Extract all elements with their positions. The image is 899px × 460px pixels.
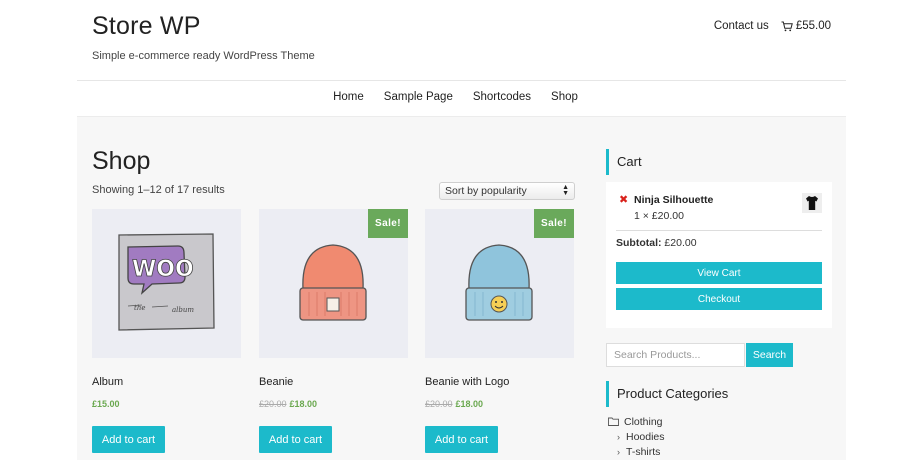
nav-item-shortcodes[interactable]: Shortcodes: [473, 91, 531, 103]
chevron-right-icon: ›: [617, 446, 620, 457]
search-button[interactable]: Search: [746, 343, 793, 367]
product-current-price: £18.00: [289, 399, 318, 409]
sort-select-value: Sort by popularity: [445, 185, 527, 197]
chevron-right-icon: ›: [617, 431, 620, 442]
header-cart-total: £55.00: [795, 20, 831, 32]
sale-badge: Sale!: [534, 209, 574, 238]
svg-text:album: album: [172, 306, 194, 314]
nav-item-sample-page[interactable]: Sample Page: [384, 91, 453, 103]
product-image-album[interactable]: WOO the album: [92, 209, 241, 358]
category-item-tshirts[interactable]: › T-shirts: [608, 444, 665, 459]
product-card: WOO the album Album £15.00 Add to cart: [92, 209, 241, 453]
site-header: Store WP Simple e-commerce ready WordPre…: [0, 0, 899, 118]
svg-text:WOO: WOO: [132, 257, 194, 282]
site-tagline: Simple e-commerce ready WordPress Theme: [92, 50, 315, 62]
cart-item-thumbnail[interactable]: [802, 193, 822, 213]
product-search-input[interactable]: [606, 343, 745, 367]
product-image-beanie[interactable]: Sale!: [259, 209, 408, 358]
header-divider: [77, 80, 846, 81]
product-price: £20.00 £18.00: [259, 399, 317, 409]
product-old-price: £20.00: [425, 399, 453, 409]
category-label: Hoodies: [626, 430, 665, 443]
categories-widget-title: Product Categories: [606, 381, 728, 407]
album-illustration: WOO the album: [118, 233, 215, 331]
product-image-beanie-with-logo[interactable]: Sale!: [425, 209, 574, 358]
cart-item-quantity: 1 × £20.00: [634, 210, 684, 222]
site-title[interactable]: Store WP: [92, 12, 201, 41]
sale-badge: Sale!: [368, 209, 408, 238]
cart-widget: ✖ Ninja Silhouette 1 × £20.00 Subtotal: …: [606, 182, 832, 328]
cart-item-name[interactable]: Ninja Silhouette: [634, 194, 713, 206]
tshirt-icon: [806, 196, 818, 210]
page-title: Shop: [92, 147, 151, 175]
cart-subtotal: Subtotal: £20.00: [616, 237, 697, 249]
category-item-clothing[interactable]: Clothing: [608, 414, 665, 429]
product-old-price: £20.00: [259, 399, 287, 409]
product-current-price: £15.00: [92, 399, 120, 409]
cart-widget-title: Cart: [606, 149, 642, 175]
checkout-button[interactable]: Checkout: [616, 288, 822, 310]
header-links: Contact us £55.00: [714, 20, 831, 32]
category-label: Clothing: [624, 415, 663, 428]
subtotal-value: £20.00: [664, 237, 697, 249]
select-arrows-icon: ▲ ▼: [562, 184, 569, 197]
view-cart-button[interactable]: View Cart: [616, 262, 822, 284]
main-nav: Home Sample Page Shortcodes Shop: [0, 91, 899, 103]
remove-item-icon[interactable]: ✖: [619, 193, 628, 206]
product-price: £15.00: [92, 399, 120, 409]
product-card: Sale! Beanie £20.00 £18.00 Add to cart: [259, 209, 408, 453]
category-label: T-shirts: [626, 445, 661, 458]
product-current-price: £18.00: [455, 399, 484, 409]
sort-select[interactable]: Sort by popularity ▲ ▼: [439, 182, 575, 200]
folder-icon: [608, 417, 619, 426]
cart-icon: [781, 21, 793, 32]
category-item-hoodies[interactable]: › Hoodies: [608, 429, 665, 444]
product-price: £20.00 £18.00: [425, 399, 483, 409]
cart-item: ✖ Ninja Silhouette 1 × £20.00: [616, 192, 822, 230]
add-to-cart-button[interactable]: Add to cart: [425, 426, 498, 453]
contact-link[interactable]: Contact us: [714, 20, 769, 32]
nav-item-home[interactable]: Home: [333, 91, 364, 103]
add-to-cart-button[interactable]: Add to cart: [259, 426, 332, 453]
category-list: Clothing › Hoodies › T-shirts: [608, 414, 665, 459]
product-card: Sale! Beanie with Logo £20.00 £18.00 Add …: [425, 209, 574, 453]
subtotal-label: Subtotal:: [616, 237, 662, 249]
product-name[interactable]: Beanie with Logo: [425, 376, 509, 388]
nav-item-shop[interactable]: Shop: [551, 91, 578, 103]
add-to-cart-button[interactable]: Add to cart: [92, 426, 165, 453]
result-count: Showing 1–12 of 17 results: [92, 184, 225, 196]
product-name[interactable]: Album: [92, 376, 123, 388]
cart-divider: [616, 230, 822, 231]
product-name[interactable]: Beanie: [259, 376, 293, 388]
header-cart-link[interactable]: £55.00: [781, 20, 831, 32]
